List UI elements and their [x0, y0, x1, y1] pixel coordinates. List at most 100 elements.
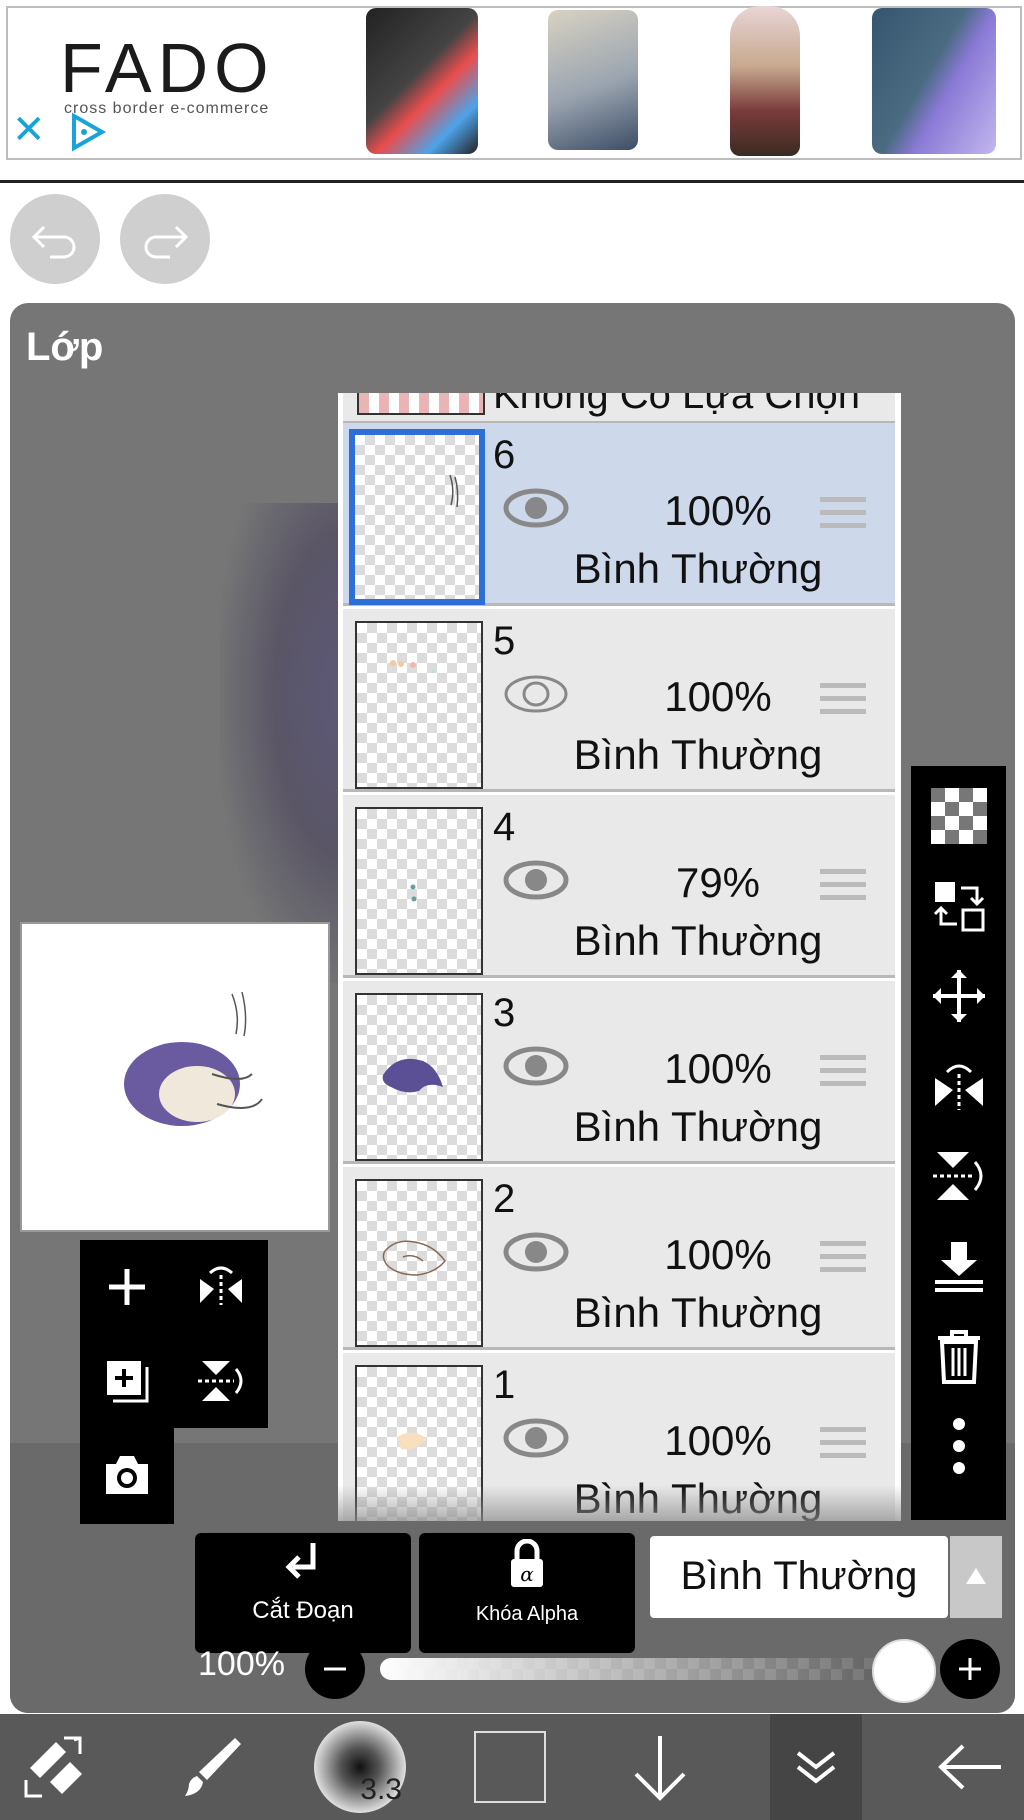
visibility-eye-icon[interactable] [503, 859, 569, 901]
layer-thumbnail [355, 807, 483, 975]
clipping-button[interactable]: Cắt Đoạn [195, 1533, 411, 1653]
layer-list[interactable]: Không Có Lựa Chọn 6 100% Bình Thường 5 1… [338, 393, 901, 1521]
duplicate-layer-button[interactable] [90, 1344, 164, 1418]
opacity-decrease-button[interactable] [305, 1639, 365, 1699]
opacity-slider[interactable] [380, 1658, 936, 1680]
redo-button[interactable] [120, 194, 210, 284]
move-down-button[interactable] [615, 1714, 705, 1820]
blend-mode-dropdown-button[interactable] [950, 1536, 1002, 1618]
layer-number: 1 [493, 1363, 516, 1407]
svg-text:α: α [520, 1562, 534, 1586]
more-options-button[interactable] [911, 1406, 1006, 1486]
flip-vertical-button[interactable] [911, 1136, 1006, 1216]
minus-icon [324, 1667, 346, 1671]
color-button[interactable] [465, 1714, 555, 1820]
layer-quick-toolbar [80, 1240, 268, 1428]
swap-layer-icon [933, 882, 984, 932]
delete-layer-button[interactable] [911, 1316, 1006, 1396]
layer-item[interactable]: 5 100% Bình Thường [343, 609, 895, 792]
clipping-label: Cắt Đoạn [252, 1597, 354, 1624]
drag-handle-icon[interactable] [820, 1427, 866, 1465]
brush-size-button[interactable]: 3.3 [305, 1714, 415, 1820]
opacity-label: 100% [198, 1645, 285, 1683]
visibility-eye-icon[interactable] [503, 1417, 569, 1459]
visibility-eye-icon[interactable] [503, 1045, 569, 1087]
opacity-slider-handle[interactable] [872, 1639, 936, 1703]
layer-item[interactable]: 2 100% Bình Thường [343, 1167, 895, 1350]
blend-mode-value: Bình Thường [680, 1554, 918, 1598]
layer-opacity: 79% [675, 859, 761, 906]
redo-icon [144, 225, 189, 259]
brush-tool-button[interactable] [160, 1714, 260, 1820]
drag-handle-icon[interactable] [820, 1241, 866, 1279]
ad-banner[interactable]: FADO cross border e-commerce ✕ [0, 0, 1024, 183]
brush-size-preview: 3.3 [314, 1721, 406, 1813]
flip-horizontal-button[interactable] [911, 1046, 1006, 1126]
ad-choices-icon[interactable] [68, 112, 108, 152]
visibility-eye-icon[interactable] [503, 487, 569, 529]
layer-opacity: 100% [664, 1045, 772, 1092]
merge-down-button[interactable] [911, 1226, 1006, 1306]
chevron-double-down-icon [796, 1751, 836, 1784]
arrow-left-icon [938, 1744, 1001, 1790]
flip-horizontal-icon [200, 1266, 242, 1305]
layer-number: 3 [493, 991, 516, 1035]
layer-item[interactable]: 4 79% Bình Thường [343, 795, 895, 978]
layer-opacity: 100% [664, 1417, 772, 1464]
layer-none-option[interactable]: Không Có Lựa Chọn [343, 393, 895, 424]
camera-icon [106, 1456, 148, 1494]
merge-down-icon [934, 1242, 983, 1292]
product-image[interactable] [872, 8, 996, 154]
clipping-icon [285, 1543, 316, 1579]
lock-icon: α [511, 1539, 543, 1587]
layer-number: 4 [493, 805, 516, 849]
transparent-fill-button[interactable] [911, 776, 1006, 856]
layer-item[interactable]: 6 100% Bình Thường [343, 423, 895, 606]
visibility-eye-icon[interactable] [503, 673, 569, 715]
transform-icon [24, 1736, 82, 1798]
drag-handle-icon[interactable] [820, 497, 866, 535]
drag-handle-icon[interactable] [820, 1055, 866, 1093]
arrow-down-icon [634, 1736, 686, 1801]
layers-button[interactable] [770, 1714, 862, 1820]
opacity-increase-button[interactable] [940, 1639, 1000, 1699]
triangle-up-icon [966, 1568, 986, 1584]
color-swatch [474, 1731, 546, 1803]
visibility-eye-icon[interactable] [503, 1231, 569, 1273]
layer-blend-mode: Bình Thường [573, 1103, 823, 1150]
layer-item[interactable]: 3 100% Bình Thường [343, 981, 895, 1164]
product-image[interactable] [730, 6, 800, 156]
back-button[interactable] [925, 1714, 1015, 1820]
transform-tool-button[interactable] [0, 1714, 110, 1820]
layer-number: 5 [493, 619, 516, 663]
flip-horizontal-button[interactable] [184, 1250, 258, 1324]
preview-artwork [124, 991, 263, 1126]
more-vertical-icon [952, 1418, 965, 1474]
blend-mode-select[interactable]: Bình Thường [650, 1536, 948, 1618]
brush-size-value: 3.3 [360, 1773, 402, 1806]
close-icon[interactable]: ✕ [12, 110, 46, 150]
layer-thumbnail [355, 993, 483, 1161]
drag-handle-icon[interactable] [820, 869, 866, 907]
product-image[interactable] [548, 10, 638, 150]
layer-thumbnail [355, 621, 483, 789]
flip-vertical-button[interactable] [184, 1344, 258, 1418]
layer-tools-toolbar [911, 766, 1006, 1520]
alpha-lock-button[interactable]: α Khóa Alpha [419, 1533, 635, 1653]
product-image[interactable] [366, 8, 478, 154]
camera-button[interactable] [80, 1428, 174, 1524]
add-layer-button[interactable] [90, 1250, 164, 1324]
layer-number: 6 [493, 433, 516, 477]
canvas-preview[interactable] [20, 922, 330, 1232]
plus-icon [109, 1269, 145, 1305]
drag-handle-icon[interactable] [820, 683, 866, 721]
move-button[interactable] [911, 956, 1006, 1036]
undo-button[interactable] [10, 194, 100, 284]
undo-icon [31, 225, 76, 259]
ad-brand: FADO [60, 29, 275, 107]
layer-blend-mode: Bình Thường [573, 731, 823, 778]
alpha-lock-label: Khóa Alpha [475, 1603, 579, 1625]
bottom-toolbar: 3.3 [0, 1714, 1024, 1820]
list-fade [338, 1485, 901, 1521]
swap-layers-button[interactable] [911, 866, 1006, 946]
